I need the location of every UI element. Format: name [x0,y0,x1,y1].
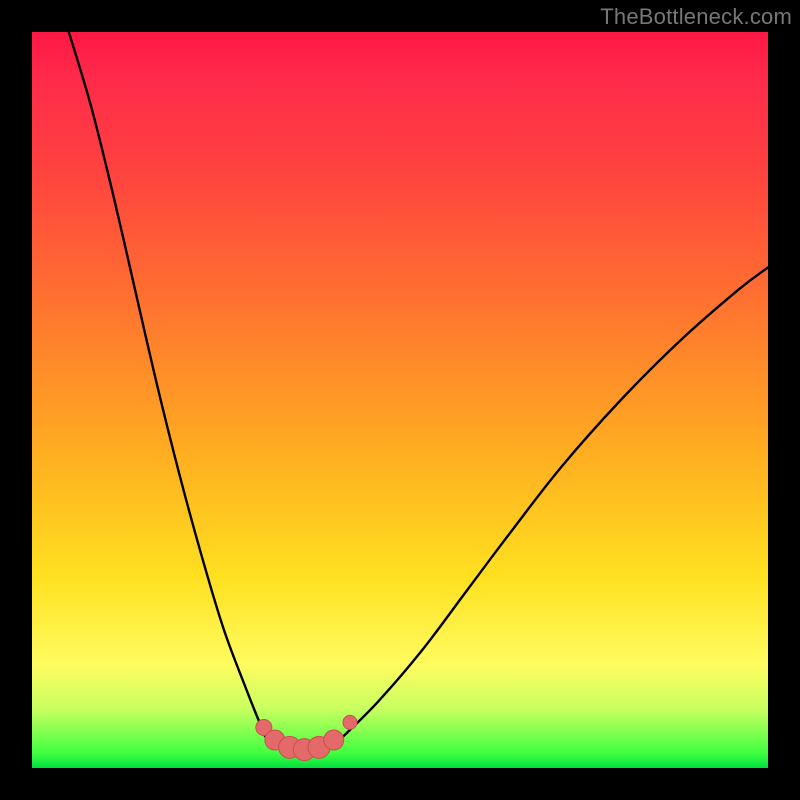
valley-marker [343,715,357,729]
watermark-text: TheBottleneck.com [600,4,792,30]
valley-marker [324,730,344,750]
curves-layer [69,32,768,752]
chart-svg [32,32,768,768]
plot-area [32,32,768,768]
markers-layer [256,715,357,760]
chart-frame: TheBottleneck.com [0,0,800,800]
bottleneck-curve [69,32,768,752]
